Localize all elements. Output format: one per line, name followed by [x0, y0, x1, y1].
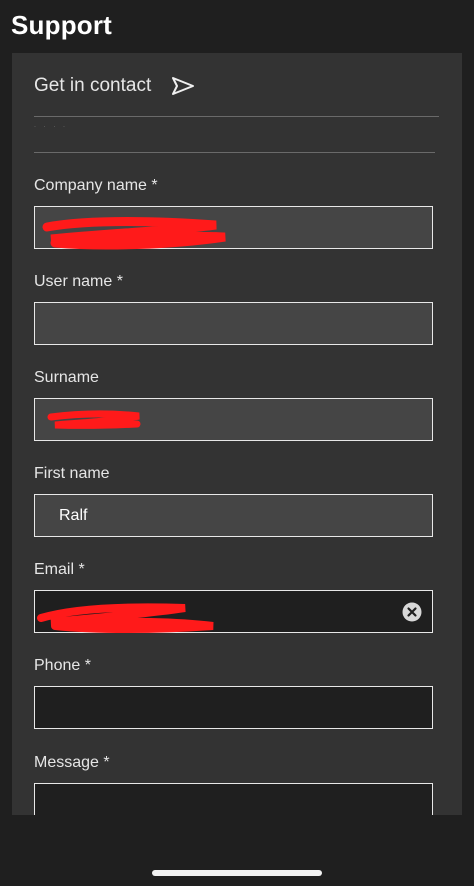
phone-input[interactable]	[34, 686, 433, 729]
redaction-mark	[42, 217, 226, 250]
redaction-mark	[37, 603, 214, 633]
contact-card: Get in contact · · · · Company name * Us…	[12, 53, 462, 815]
user-name-input[interactable]	[34, 302, 433, 345]
first-name-input[interactable]: Ralf	[34, 494, 433, 537]
first-name-value: Ralf	[59, 507, 88, 524]
redaction-mark	[47, 410, 141, 429]
company-name-label: Company name *	[34, 177, 158, 194]
section-divider	[34, 152, 435, 153]
first-name-label: First name	[34, 465, 110, 482]
message-input[interactable]	[34, 783, 433, 815]
surname-label: Surname	[34, 369, 99, 386]
clear-icon[interactable]	[402, 602, 422, 622]
support-screen: Support Get in contact · · · · Company n…	[0, 0, 474, 886]
surname-input[interactable]	[34, 398, 433, 441]
home-indicator[interactable]	[152, 870, 322, 876]
company-name-input[interactable]	[34, 206, 433, 250]
email-label: Email *	[34, 561, 85, 578]
message-label: Message *	[34, 754, 110, 771]
phone-label: Phone *	[34, 657, 91, 674]
header-divider	[34, 116, 439, 117]
email-input[interactable]	[34, 590, 433, 633]
faint-subtext: · · · ·	[34, 124, 68, 130]
send-icon	[172, 77, 195, 95]
get-in-contact-header[interactable]: Get in contact	[34, 75, 195, 97]
get-in-contact-label: Get in contact	[34, 75, 152, 96]
page-title: Support	[11, 10, 113, 40]
user-name-label: User name *	[34, 273, 123, 290]
